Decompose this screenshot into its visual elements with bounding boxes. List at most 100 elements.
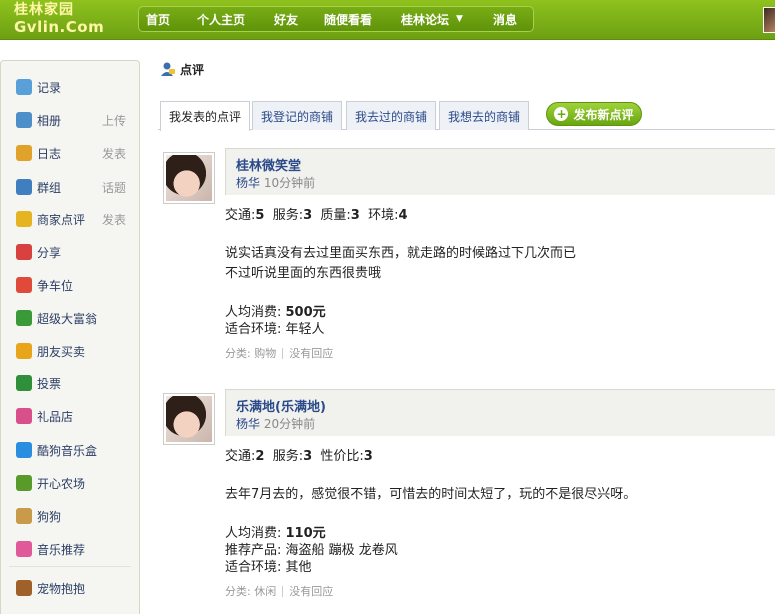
sidebar-item-label: 分享 bbox=[37, 245, 62, 260]
rating-line: 交通:5 服务:3 质量:3 环境:4 bbox=[225, 204, 408, 223]
category-link[interactable]: 分类: 购物 bbox=[225, 345, 276, 361]
tab-my-registered-shops[interactable]: 我登记的商铺 bbox=[252, 101, 343, 130]
photo-album-icon bbox=[16, 112, 32, 128]
sidebar-item-action[interactable]: 上传 bbox=[102, 112, 126, 129]
rating-gap bbox=[264, 449, 272, 464]
nav-forum[interactable]: 桂林论坛 ▼ bbox=[401, 7, 463, 31]
sidebar-divider bbox=[9, 566, 131, 567]
logo-text-en: Gvlin.Com bbox=[14, 18, 105, 36]
sidebar-item-label: 群组 bbox=[37, 180, 62, 195]
bar-chart-icon bbox=[16, 375, 32, 391]
nav-friends[interactable]: 好友 bbox=[274, 7, 298, 31]
rating-gap bbox=[360, 208, 368, 223]
sidebar-item[interactable]: 超级大富翁 bbox=[1, 305, 139, 331]
tab-wishlist-shops[interactable]: 我想去的商铺 bbox=[439, 101, 530, 130]
monopoly-icon bbox=[16, 310, 32, 326]
sidebar-item[interactable]: 记录 bbox=[1, 74, 139, 100]
gift-shop-icon bbox=[16, 408, 32, 424]
sidebar-item[interactable]: 商家点评 发表 bbox=[1, 206, 139, 232]
sidebar-item-action[interactable]: 话题 bbox=[102, 179, 126, 196]
nav-home[interactable]: 首页 bbox=[146, 7, 170, 31]
reply-link[interactable]: 没有回应 bbox=[289, 583, 333, 599]
nav-browse[interactable]: 随便看看 bbox=[324, 7, 372, 31]
dog-icon bbox=[16, 508, 32, 524]
tab-label: 我想去的商铺 bbox=[448, 109, 521, 124]
top-bar: 桂林家园 Gvlin.Com 首页 个人主页 好友 随便看看 桂林论坛 ▼ 消息 bbox=[0, 0, 775, 40]
sidebar-item[interactable]: 开心农场 bbox=[1, 470, 139, 496]
nav-label: 桂林论坛 bbox=[401, 12, 450, 27]
paw-icon bbox=[16, 580, 32, 596]
sidebar-item[interactable]: 酷狗音乐盒 bbox=[1, 437, 139, 463]
sidebar-item[interactable]: 朋友买卖 bbox=[1, 338, 139, 364]
sidebar-item[interactable]: 音乐推荐 bbox=[1, 536, 139, 562]
tab-visited-shops[interactable]: 我去过的商铺 bbox=[346, 101, 437, 130]
review-meta: 杨华 20分钟前 bbox=[236, 415, 315, 432]
music-note-icon bbox=[16, 541, 32, 557]
sidebar: 记录相册 上传日志 发表群组 话题商家点评 发表分享争车位超级大富翁朋友买卖投票礼品店酷… bbox=[0, 60, 140, 614]
sidebar-item[interactable]: 分享 bbox=[1, 239, 139, 265]
avatar-photo bbox=[166, 155, 212, 201]
coin-stack-icon bbox=[16, 343, 32, 359]
detail-value: 其他 bbox=[285, 560, 312, 575]
tab-label: 我发表的点评 bbox=[169, 110, 242, 124]
review-meta: 杨华 10分钟前 bbox=[236, 174, 315, 191]
rating-label: 性价比: bbox=[320, 449, 364, 464]
tab-my-reviews[interactable]: 我发表的点评 bbox=[160, 101, 251, 131]
sidebar-item-label: 相册 bbox=[37, 113, 62, 128]
sidebar-item[interactable]: 狗狗 bbox=[1, 503, 139, 529]
sidebar-item-label: 争车位 bbox=[37, 278, 74, 293]
sidebar-item-label: 礼品店 bbox=[37, 409, 74, 424]
nav-label: 个人主页 bbox=[197, 12, 246, 27]
review-tabs: 我发表的点评 我登记的商铺 我去过的商铺 我想去的商铺 bbox=[158, 101, 775, 131]
sidebar-item[interactable]: 日志 发表 bbox=[1, 140, 139, 166]
nav-label: 随便看看 bbox=[324, 12, 373, 27]
publish-review-button[interactable]: + 发布新点评 bbox=[546, 102, 642, 126]
kugou-icon bbox=[16, 442, 32, 458]
nav-profile[interactable]: 个人主页 bbox=[197, 7, 245, 31]
avatar-photo bbox=[166, 396, 212, 442]
nav-messages[interactable]: 消息 bbox=[493, 7, 517, 31]
rating-label: 环境: bbox=[368, 208, 399, 223]
reviewer-avatar[interactable] bbox=[163, 152, 215, 204]
logo-text-cn: 桂林家园 bbox=[14, 2, 74, 18]
journal-icon bbox=[16, 145, 32, 161]
rating-line: 交通:2 服务:3 性价比:3 bbox=[225, 445, 373, 464]
sidebar-item[interactable]: 群组 话题 bbox=[1, 174, 139, 200]
reviewer-avatar[interactable] bbox=[163, 393, 215, 445]
footer-divider bbox=[282, 347, 284, 359]
nav-label: 消息 bbox=[493, 12, 518, 27]
sidebar-item-label: 狗狗 bbox=[37, 509, 62, 524]
sidebar-item[interactable]: 相册 上传 bbox=[1, 107, 139, 133]
detail-label: 适合环境: bbox=[225, 322, 286, 337]
reviewer-name-link[interactable]: 杨华 bbox=[236, 417, 260, 431]
publish-button-label: 发布新点评 bbox=[573, 107, 634, 122]
shop-name-link[interactable]: 乐满地(乐满地) bbox=[236, 396, 326, 415]
sidebar-item[interactable]: 礼品店 bbox=[1, 403, 139, 429]
footer-divider bbox=[282, 585, 284, 597]
user-avatar[interactable] bbox=[763, 7, 775, 33]
sidebar-item-label: 朋友买卖 bbox=[37, 344, 86, 359]
sidebar-item-label: 商家点评 bbox=[37, 212, 86, 227]
sidebar-item[interactable]: 争车位 bbox=[1, 272, 139, 298]
review-header: 桂林微笑堂 杨华 10分钟前 bbox=[225, 148, 775, 195]
rating-value: 3 bbox=[363, 449, 373, 464]
sidebar-item-action[interactable]: 发表 bbox=[102, 145, 126, 162]
sidebar-item-label: 开心农场 bbox=[37, 476, 86, 491]
plus-icon: + bbox=[554, 107, 569, 121]
nav-label: 首页 bbox=[146, 12, 171, 27]
parking-icon bbox=[16, 277, 32, 293]
category-link[interactable]: 分类: 休闲 bbox=[225, 583, 276, 599]
reply-link[interactable]: 没有回应 bbox=[289, 345, 333, 361]
sidebar-item-action[interactable]: 发表 bbox=[102, 211, 126, 228]
sprout-icon bbox=[16, 475, 32, 491]
sidebar-item[interactable]: 宠物抱抱 bbox=[1, 575, 139, 601]
shop-name-link[interactable]: 桂林微笑堂 bbox=[236, 155, 301, 174]
speech-bubble-icon bbox=[16, 79, 32, 95]
sidebar-item-label: 音乐推荐 bbox=[37, 542, 86, 557]
sidebar-item[interactable]: 投票 bbox=[1, 370, 139, 396]
review-header: 乐满地(乐满地) 杨华 20分钟前 bbox=[225, 389, 775, 436]
site-logo[interactable]: 桂林家园 Gvlin.Com bbox=[14, 2, 134, 38]
detail-value: 年轻人 bbox=[285, 322, 325, 337]
reviewer-name-link[interactable]: 杨华 bbox=[236, 176, 260, 190]
review-content-line: 不过听说里面的东西很贵哦 bbox=[225, 266, 382, 281]
